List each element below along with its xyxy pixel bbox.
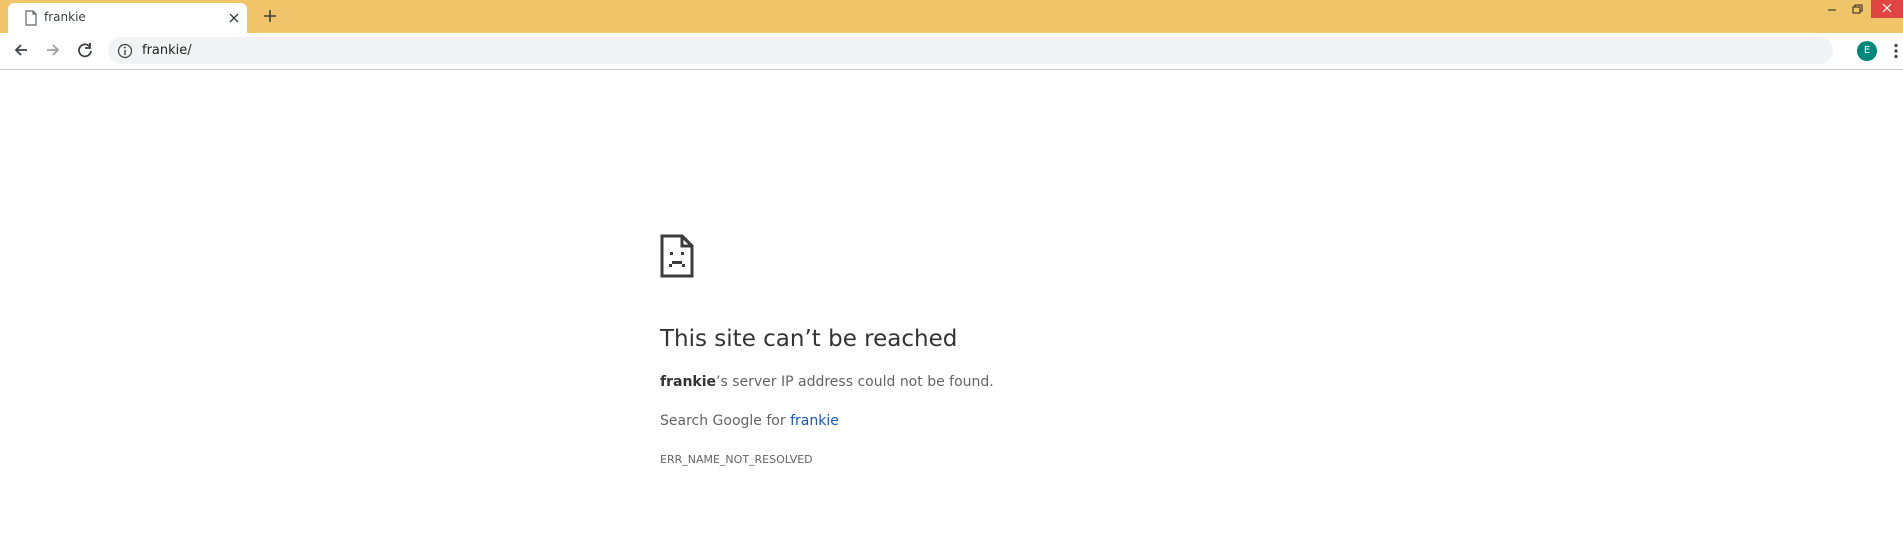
search-prefix: Search Google for [660,413,791,429]
restore-button[interactable] [1847,0,1867,18]
minimize-icon [1828,9,1836,11]
plus-icon[interactable] [260,6,280,26]
kebab-menu-icon[interactable] [1893,43,1899,59]
forward-arrow-icon[interactable] [43,40,63,60]
close-icon [1882,3,1892,13]
minimize-button[interactable] [1822,0,1842,18]
error-host: frankie [660,374,717,390]
info-icon[interactable] [117,43,133,59]
restore-icon [1852,4,1863,14]
back-arrow-icon[interactable] [11,40,31,60]
address-bar[interactable]: frankie/ [108,37,1833,64]
tab-title: frankie [44,10,86,24]
browser-toolbar: frankie/ E [0,33,1903,70]
sad-document-icon [660,234,694,278]
title-bar: frankie [0,0,1903,33]
window-close-button[interactable] [1871,0,1903,18]
error-description: frankie’s server IP address could not be… [660,374,994,390]
url-text[interactable]: frankie/ [142,43,192,58]
search-google-link[interactable]: frankie [790,413,839,429]
error-heading: This site can’t be reached [660,326,958,352]
error-message: ’s server IP address could not be found. [716,374,994,390]
error-code: ERR_NAME_NOT_RESOLVED [660,453,813,466]
reload-icon[interactable] [75,40,95,60]
browser-tab[interactable]: frankie [8,3,247,33]
close-icon[interactable] [226,10,242,26]
search-suggestion: Search Google for frankie [660,413,839,429]
page-icon [25,10,37,26]
profile-avatar[interactable]: E [1857,41,1877,61]
